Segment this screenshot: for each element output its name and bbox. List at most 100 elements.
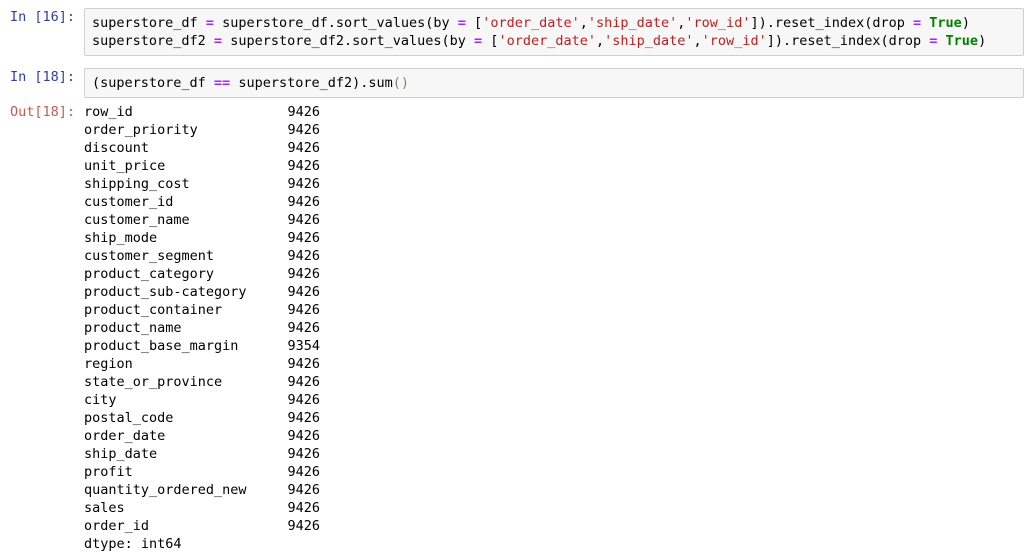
- code-token: ]).reset_index(drop: [766, 33, 930, 49]
- series-row-value: 9426: [287, 158, 320, 174]
- series-row: postal_code 9426: [84, 409, 1024, 427]
- code-token: ): [961, 15, 970, 31]
- series-row-value: 9426: [287, 500, 320, 516]
- series-row: discount 9426: [84, 139, 1024, 157]
- series-row-value: 9426: [287, 122, 320, 138]
- series-row: product_category 9426: [84, 265, 1024, 283]
- series-row: ship_mode 9426: [84, 229, 1024, 247]
- series-row-label: city: [84, 392, 117, 408]
- series-row-label: customer_id: [84, 194, 174, 210]
- notebook-cell-in-18[interactable]: In [18]: (superstore_df == superstore_df…: [0, 68, 1024, 98]
- code-token: True: [929, 15, 962, 31]
- series-row-value: 9426: [287, 374, 320, 390]
- code-token: ]).reset_index(drop: [750, 15, 914, 31]
- series-row: ship_date 9426: [84, 445, 1024, 463]
- series-row-value: 9426: [287, 410, 320, 426]
- code-token: =: [457, 15, 466, 31]
- series-row: city 9426: [84, 391, 1024, 409]
- output-result-series: row_id 9426 order_priority 9426 discount 94…: [84, 103, 1024, 553]
- input-prompt-18: In [18]:: [9, 69, 75, 85]
- series-row-value: 9426: [287, 518, 320, 534]
- series-row-label: customer_segment: [84, 248, 215, 264]
- series-row-label: product_base_margin: [84, 338, 239, 354]
- series-row-value: 9426: [287, 446, 320, 462]
- code-line: superstore_df2 = superstore_df2.sort_val…: [92, 32, 1019, 50]
- series-row-value: 9426: [287, 356, 320, 372]
- series-row-label: row_id: [84, 104, 133, 120]
- code-token: 'row_id': [701, 33, 767, 49]
- code-token: 'row_id': [685, 15, 751, 31]
- series-row-value: 9426: [287, 104, 320, 120]
- code-token: =: [205, 15, 214, 31]
- code-token: [: [482, 33, 499, 49]
- series-row-value: 9354: [287, 338, 320, 354]
- code-token: superstore_df.sort_values(by: [213, 15, 458, 31]
- series-row: customer_name 9426: [84, 211, 1024, 229]
- series-row-value: 9426: [287, 392, 320, 408]
- series-row-value: 9426: [287, 212, 320, 228]
- series-row: order_priority 9426: [84, 121, 1024, 139]
- series-row-value: 9426: [287, 464, 320, 480]
- code-token: 'order_date': [482, 15, 580, 31]
- series-row: sales 9426: [84, 499, 1024, 517]
- code-token: superstore_df2: [92, 33, 214, 49]
- series-row: shipping_cost 9426: [84, 175, 1024, 193]
- series-row-value: 9426: [287, 482, 320, 498]
- code-token: superstore_df: [92, 15, 206, 31]
- series-row-label: unit_price: [84, 158, 166, 174]
- code-token: ==: [213, 75, 231, 91]
- series-row: profit 9426: [84, 463, 1024, 481]
- series-row: product_container 9426: [84, 301, 1024, 319]
- code-token: 'ship_date': [604, 33, 694, 49]
- series-row-value: 9426: [287, 266, 320, 282]
- code-editor-16[interactable]: superstore_df = superstore_df.sort_value…: [84, 8, 1024, 56]
- series-row-label: customer_name: [84, 212, 190, 228]
- series-row-label: product_sub-category: [84, 284, 247, 300]
- code-token: 'ship_date': [587, 15, 678, 31]
- code-token: 'order_date': [498, 33, 596, 49]
- series-row-label: state_or_province: [84, 374, 223, 390]
- series-row-label: product_category: [84, 266, 215, 282]
- series-row-value: 9426: [287, 302, 320, 318]
- series-row-label: product_container: [84, 302, 223, 318]
- series-row: region 9426: [84, 355, 1024, 373]
- series-row: order_date 9426: [84, 427, 1024, 445]
- series-row-label: postal_code: [84, 410, 174, 426]
- cell-spacer: [0, 56, 1024, 68]
- series-row-label: discount: [84, 140, 150, 156]
- code-token: =: [213, 33, 223, 49]
- code-line: (superstore_df == superstore_df2).sum(): [92, 74, 1019, 92]
- series-dtype-line: dtype: int64: [84, 536, 182, 552]
- code-editor-18[interactable]: (superstore_df == superstore_df2).sum(): [84, 68, 1024, 98]
- series-row-label: order_priority: [84, 122, 198, 138]
- code-token: superstore_df2.sort_values(by: [222, 33, 475, 49]
- series-row-value: 9426: [287, 284, 320, 300]
- series-row-value: 9426: [287, 320, 320, 336]
- notebook-cell-in-16[interactable]: In [16]: superstore_df = superstore_df.s…: [0, 8, 1024, 56]
- code-token: True: [945, 33, 979, 49]
- series-row-label: ship_date: [84, 446, 158, 462]
- series-row: row_id 9426: [84, 103, 1024, 121]
- series-row: unit_price 9426: [84, 157, 1024, 175]
- code-token: (superstore_df: [92, 75, 214, 91]
- code-token: ,: [595, 33, 605, 49]
- code-token: (): [392, 75, 410, 91]
- code-line: superstore_df = superstore_df.sort_value…: [92, 14, 1019, 32]
- series-row-value: 9426: [287, 428, 320, 444]
- code-token: =: [913, 15, 922, 31]
- notebook-cell-out-18: Out[18]: row_id 9426 order_priority 9426 d…: [0, 103, 1024, 553]
- series-row-value: 9426: [287, 230, 320, 246]
- series-row-value: 9426: [287, 248, 320, 264]
- series-row: product_name 9426: [84, 319, 1024, 337]
- series-output-text: row_id 9426 order_priority 9426 discount 94…: [84, 103, 1024, 553]
- code-token: ,: [693, 33, 702, 49]
- series-row-label: product_name: [84, 320, 182, 336]
- code-token: ,: [579, 15, 588, 31]
- output-prompt-18: Out[18]:: [9, 104, 75, 120]
- code-token: [: [465, 15, 483, 31]
- series-row-label: quantity_ordered_new: [84, 482, 247, 498]
- code-token: =: [474, 33, 483, 49]
- series-row-value: 9426: [287, 176, 320, 192]
- series-row: state_or_province 9426: [84, 373, 1024, 391]
- series-row-value: 9426: [287, 140, 320, 156]
